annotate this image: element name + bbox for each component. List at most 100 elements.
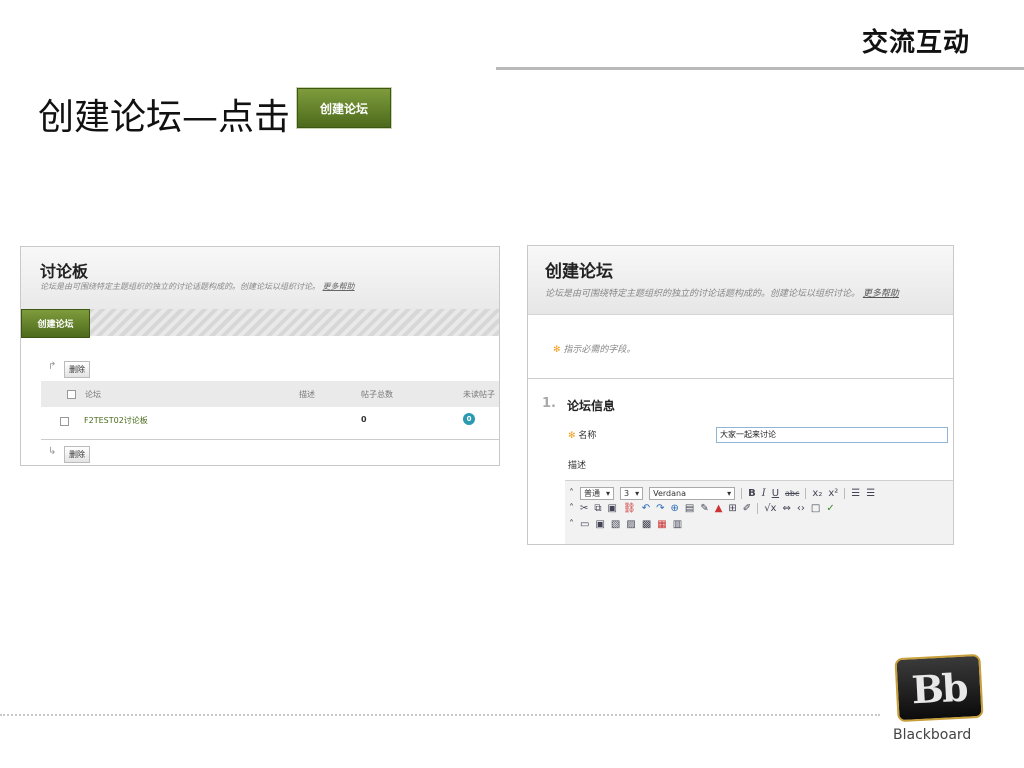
font-color-icon[interactable]: ▲ bbox=[715, 503, 723, 514]
discussion-board-header: 讨论板 论坛是由可围绕特定主题组织的独立的讨论话题构成的。创建论坛以组织讨论。 … bbox=[21, 247, 499, 309]
action-bar bbox=[21, 309, 499, 336]
required-note: ✻ 指示必需的字段。 bbox=[553, 342, 635, 355]
toolbar-divider bbox=[741, 488, 743, 499]
section-title: 论坛信息 bbox=[567, 399, 616, 413]
embed-icon[interactable]: ⇔ bbox=[782, 503, 790, 514]
size-select[interactable]: 3 ▾ bbox=[620, 487, 644, 500]
unread-posts-badge[interactable]: 0 bbox=[463, 413, 475, 425]
format-value: 普通 bbox=[584, 489, 600, 498]
strikethrough-icon[interactable]: abc bbox=[785, 488, 799, 499]
selection-arrow-icon: ↳ bbox=[48, 446, 57, 457]
blackboard-logo: Bb bbox=[894, 653, 984, 723]
chevron-down-icon: ▾ bbox=[727, 489, 732, 498]
required-note-text: 指示必需的字段。 bbox=[563, 345, 636, 355]
math-formula-icon[interactable]: √x bbox=[764, 503, 776, 514]
unlink-icon[interactable]: ⛓ bbox=[623, 503, 636, 514]
table-row: F2TEST02讨论板 0 0 bbox=[41, 407, 499, 431]
collapse-toggle-icon[interactable]: ˄ bbox=[569, 503, 574, 514]
create-forum-screenshot: 创建论坛 论坛是由可围绕特定主题组织的独立的讨论话题构成的。创建论坛以组织讨论。… bbox=[527, 245, 954, 545]
undo-icon[interactable]: ↶ bbox=[642, 503, 650, 514]
insert-audio-icon[interactable]: ▨ bbox=[626, 519, 635, 530]
editor-toolbar-row-1: ˄ 普通 ▾ 3 ▾ Verdana ▾ B I U abc x₂ x² ☰ ☰ bbox=[569, 487, 875, 500]
section-number: 1. bbox=[542, 396, 556, 411]
column-total-posts[interactable]: 帖子总数 bbox=[361, 389, 393, 400]
paste-icon[interactable]: ▣ bbox=[608, 503, 617, 514]
superscript-icon[interactable]: x² bbox=[828, 488, 838, 499]
delete-button-bottom[interactable]: 删除 bbox=[64, 446, 90, 463]
header-divider bbox=[496, 67, 1024, 70]
mashup-icon[interactable]: ▥ bbox=[673, 519, 682, 530]
align-center-icon[interactable]: ☰ bbox=[866, 488, 875, 499]
toolbar-divider bbox=[844, 488, 846, 499]
font-select[interactable]: Verdana ▾ bbox=[649, 487, 736, 500]
spellcheck-icon[interactable]: ✓ bbox=[826, 503, 834, 514]
cut-icon[interactable]: ✂ bbox=[580, 503, 588, 514]
underline-icon[interactable]: U bbox=[772, 488, 779, 499]
chevron-down-icon: ▾ bbox=[635, 489, 640, 498]
attach-file-icon[interactable]: ▭ bbox=[580, 519, 589, 530]
editor-toolbar-row-3: ˄ ▭ ▣ ▧ ▨ ▩ ▦ ▥ bbox=[569, 519, 682, 530]
table-header: 论坛 描述 帖子总数 未读帖子 bbox=[41, 381, 499, 407]
insert-icon[interactable]: ⊞ bbox=[728, 503, 736, 514]
column-unread-posts[interactable]: 未读帖子 bbox=[463, 389, 495, 400]
subscript-icon[interactable]: x₂ bbox=[812, 488, 822, 499]
discussion-board-screenshot: 讨论板 论坛是由可围绕特定主题组织的独立的讨论话题构成的。创建论坛以组织讨论。 … bbox=[20, 246, 500, 466]
insert-image-icon[interactable]: ▣ bbox=[595, 519, 604, 530]
toolbar-divider bbox=[805, 488, 807, 499]
section-divider bbox=[528, 378, 953, 379]
discussion-board-description: 论坛是由可围绕特定主题组织的独立的讨论话题构成的。创建论坛以组织讨论。 更多帮助 bbox=[40, 281, 355, 292]
discussion-board-title: 讨论板 bbox=[40, 262, 89, 281]
link-icon[interactable]: ⊕ bbox=[670, 503, 678, 514]
column-forum[interactable]: 论坛 bbox=[85, 389, 101, 400]
table-icon[interactable]: ▤ bbox=[685, 503, 694, 514]
selection-arrow-icon: ↱ bbox=[48, 361, 57, 372]
forum-link[interactable]: F2TEST02讨论板 bbox=[84, 415, 148, 426]
create-forum-description: 论坛是由可围绕特定主题组织的独立的讨论话题构成的。创建论坛以组织讨论。 更多帮助 bbox=[545, 286, 899, 299]
select-all-checkbox[interactable] bbox=[67, 390, 76, 399]
help-link[interactable]: 更多帮助 bbox=[863, 289, 899, 299]
description-label: 描述 bbox=[568, 461, 587, 471]
bold-icon[interactable]: B bbox=[748, 488, 756, 499]
footer-dotted-line bbox=[0, 714, 880, 716]
collapse-toggle-icon[interactable]: ˄ bbox=[569, 519, 574, 530]
slide-heading: 创建论坛—点击 bbox=[38, 97, 291, 138]
name-label: ✻ 名称 bbox=[568, 428, 596, 441]
italic-icon[interactable]: I bbox=[762, 488, 766, 499]
forum-name-input[interactable]: 大家一起来讨论 bbox=[716, 427, 948, 443]
description-text: 论坛是由可围绕特定主题组织的独立的讨论话题构成的。创建论坛以组织讨论。 bbox=[545, 289, 861, 299]
description-text: 论坛是由可围绕特定主题组织的独立的讨论话题构成的。创建论坛以组织讨论。 bbox=[40, 282, 320, 291]
toolbar-divider bbox=[757, 503, 759, 514]
collapse-toggle-icon[interactable]: ˄ bbox=[569, 488, 574, 499]
font-value: Verdana bbox=[653, 489, 686, 498]
name-label-text: 名称 bbox=[578, 431, 597, 441]
delete-button-top[interactable]: 删除 bbox=[64, 361, 90, 378]
required-star-icon: ✻ bbox=[553, 345, 561, 355]
align-left-icon[interactable]: ☰ bbox=[851, 488, 860, 499]
copy-icon[interactable]: ⧉ bbox=[594, 503, 601, 514]
table-divider bbox=[41, 439, 499, 440]
chevron-down-icon: ▾ bbox=[606, 489, 611, 498]
insert-video-icon[interactable]: ▩ bbox=[642, 519, 651, 530]
redo-icon[interactable]: ↷ bbox=[656, 503, 664, 514]
total-posts-value: 0 bbox=[361, 415, 367, 424]
required-star-icon: ✻ bbox=[568, 431, 576, 441]
create-forum-title: 创建论坛 bbox=[545, 262, 613, 282]
help-link[interactable]: 更多帮助 bbox=[323, 282, 355, 291]
format-select[interactable]: 普通 ▾ bbox=[580, 487, 615, 500]
row-checkbox[interactable] bbox=[60, 417, 69, 426]
insert-media-icon[interactable]: ▧ bbox=[611, 519, 620, 530]
column-description[interactable]: 描述 bbox=[299, 389, 315, 400]
marker-icon[interactable]: ✐ bbox=[743, 503, 751, 514]
preview-icon[interactable]: □ bbox=[811, 503, 820, 514]
logo-letters: Bb bbox=[910, 664, 968, 712]
create-forum-header: 创建论坛 论坛是由可围绕特定主题组织的独立的讨论话题构成的。创建论坛以组织讨论。… bbox=[528, 246, 953, 315]
html-code-icon[interactable]: ‹› bbox=[797, 503, 805, 514]
text-editor-toolbar: ˄ 普通 ▾ 3 ▾ Verdana ▾ B I U abc x₂ x² ☰ ☰ ˄ … bbox=[565, 480, 953, 544]
create-forum-button[interactable]: 创建论坛 bbox=[21, 309, 90, 338]
insert-flash-icon[interactable]: ▦ bbox=[657, 519, 666, 530]
size-value: 3 bbox=[624, 489, 630, 498]
highlight-pen-icon[interactable]: ✎ bbox=[700, 503, 708, 514]
editor-toolbar-row-2: ˄ ✂ ⧉ ▣ ⛓ ↶ ↷ ⊕ ▤ ✎ ▲ ⊞ ✐ √x ⇔ ‹› □ ✓ bbox=[569, 503, 835, 514]
create-forum-button-sample[interactable]: 创建论坛 bbox=[297, 88, 391, 128]
section-title: 交流互动 bbox=[862, 28, 971, 58]
